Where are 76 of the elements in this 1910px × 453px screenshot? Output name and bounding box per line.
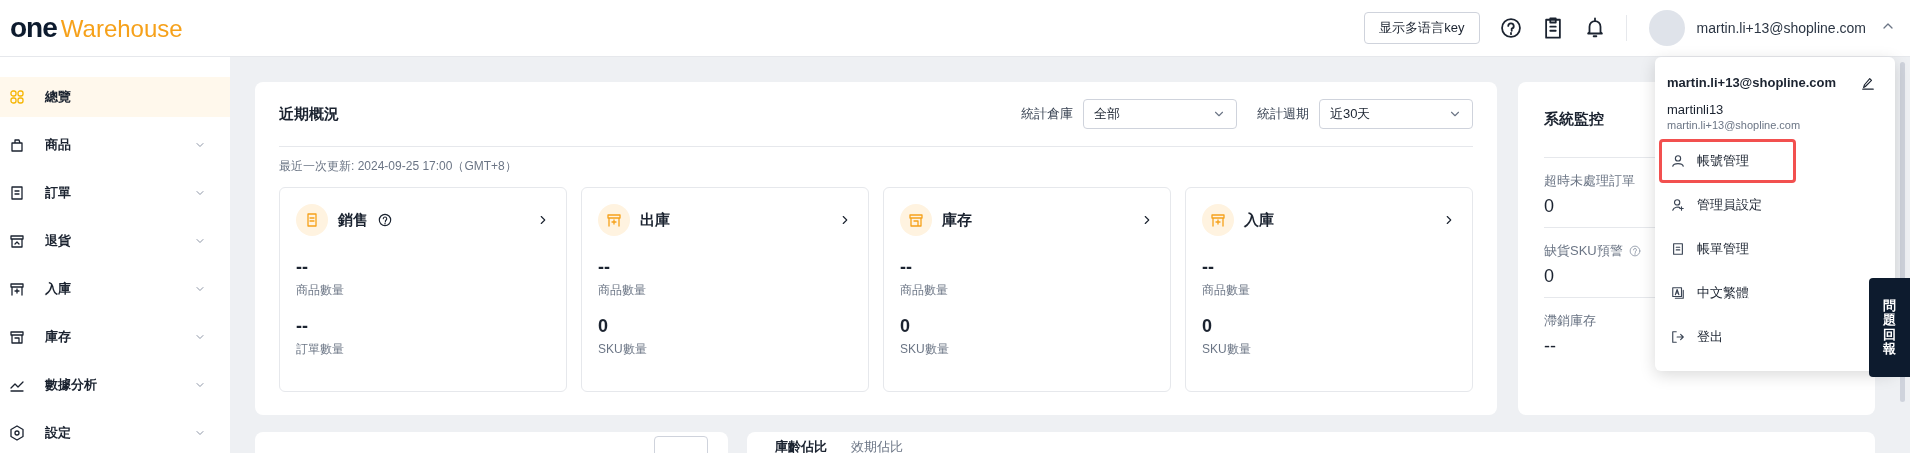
text-icon (1671, 286, 1685, 300)
logo-mark: one (10, 12, 57, 44)
stat-card[interactable]: 入庫 -- 商品數量 0 SKU數量 (1185, 187, 1473, 392)
metric-label: 商品數量 (900, 282, 949, 299)
nav-icon (9, 329, 25, 345)
metric-label: 商品數量 (1202, 282, 1251, 299)
user-email[interactable]: martin.li+13@shopline.com (1696, 20, 1866, 36)
sidebar-item[interactable]: 數據分析 (0, 365, 230, 405)
metric-label: SKU數量 (900, 341, 950, 358)
person-icon (1671, 154, 1685, 168)
metric-value: 0 (1202, 315, 1213, 337)
filter-select[interactable]: 近30天 (1319, 99, 1473, 129)
metric-label: 訂單數量 (296, 341, 345, 358)
sidebar-item[interactable]: 商品 (0, 125, 230, 165)
sidebar-item[interactable]: 入庫 (0, 269, 230, 309)
card-title: 銷售 (338, 210, 368, 230)
logout-icon (1671, 330, 1685, 344)
metric-value: -- (900, 256, 913, 278)
menu-item[interactable]: 中文繁體 (1659, 271, 1796, 315)
update-time: 最近一次更新: 2024-09-25 17:00（GMT+8） (279, 158, 518, 175)
feedback-tab[interactable]: 問題回報 (1869, 278, 1910, 377)
nav-icon (9, 233, 25, 249)
menu-item[interactable]: 登出 (1659, 315, 1796, 359)
person-icon (1671, 198, 1685, 212)
card-title: 庫存 (942, 210, 972, 230)
menu-item[interactable]: 帳號管理 (1659, 139, 1796, 183)
menu-sub-email: martin.li+13@shopline.com (1666, 118, 1802, 133)
card-title: 出庫 (640, 210, 670, 230)
stat-card[interactable]: 銷售 -- 商品數量 -- 訂單數量 (279, 187, 567, 392)
sidebar-item[interactable]: 總覽 (0, 77, 230, 117)
stat-card[interactable]: 出庫 -- 商品數量 0 SKU數量 (581, 187, 869, 392)
sidebar-item[interactable]: 設定 (0, 413, 230, 453)
metric-label: 商品數量 (296, 282, 345, 299)
metric-label: 商品數量 (598, 282, 647, 299)
nav-icon (9, 89, 25, 105)
monitor-value: -- (1544, 336, 1556, 357)
metric-label: SKU數量 (598, 341, 648, 358)
chart-tab[interactable]: 庫齡佔比 (775, 436, 827, 453)
metric-value: 0 (598, 315, 609, 337)
help-icon (1499, 17, 1522, 39)
nav-icon (9, 425, 25, 441)
metric-label: SKU數量 (1202, 341, 1252, 358)
monitor-value: 0 (1544, 196, 1554, 217)
metric-value: -- (296, 256, 309, 278)
monitor-label: 超時未處理訂單 (1544, 172, 1635, 190)
edit-icon (1861, 75, 1875, 90)
section-title: 近期概況 (279, 104, 339, 124)
metric-value: -- (1202, 256, 1215, 278)
nav-icon (9, 137, 25, 153)
document-icon (1671, 242, 1685, 256)
menu-username: martinli13 (1666, 101, 1725, 117)
chart-tab[interactable]: 效期佔比 (851, 436, 903, 453)
card-title: 入庫 (1244, 210, 1274, 230)
stat-card[interactable]: 庫存 -- 商品數量 0 SKU數量 (883, 187, 1171, 392)
filter-label: 統計週期 (1257, 105, 1309, 123)
monitor-value: 0 (1544, 266, 1554, 287)
logo-text: Warehouse (60, 15, 183, 43)
menu-item[interactable]: 管理員設定 (1659, 183, 1796, 227)
metric-value: -- (598, 256, 611, 278)
nav-icon (9, 281, 25, 297)
filter-select[interactable]: 全部 (1083, 99, 1237, 129)
sidebar-item[interactable]: 庫存 (0, 317, 230, 357)
nav-icon (9, 185, 25, 201)
metric-value: 0 (900, 315, 911, 337)
section-title: 系統監控 (1544, 110, 1604, 129)
metric-value: -- (296, 315, 309, 337)
monitor-label: 滯銷庫存 (1544, 312, 1596, 330)
avatar[interactable] (1648, 10, 1685, 46)
monitor-label: 缺貨SKU預警 (1544, 242, 1623, 260)
panel-button[interactable] (654, 436, 708, 453)
sidebar-item[interactable]: 退貨 (0, 221, 230, 261)
sidebar-item[interactable]: 訂單 (0, 173, 230, 213)
filter-label: 統計倉庫 (1021, 105, 1073, 123)
language-key-button[interactable]: 显示多语言key (1364, 12, 1480, 44)
menu-email: martin.li+13@shopline.com (1667, 75, 1838, 90)
menu-item[interactable]: 帳單管理 (1659, 227, 1796, 271)
